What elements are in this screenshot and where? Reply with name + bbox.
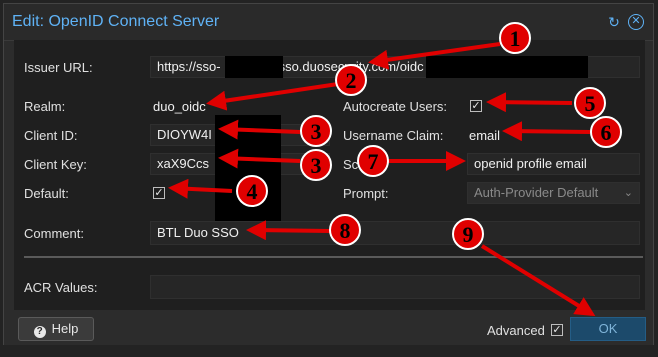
default-label: Default: (24, 186, 69, 201)
client-id-label: Client ID: (24, 128, 78, 143)
help-button[interactable]: ? Help (18, 317, 94, 341)
dialog-titlebar: Edit: OpenID Connect Server ↻ ✕ (4, 4, 653, 41)
ok-button[interactable]: OK (570, 317, 646, 341)
close-icon[interactable]: ✕ (628, 14, 644, 30)
prompt-label: Prompt: (343, 186, 389, 201)
advanced-checkbox[interactable]: ✓ (551, 324, 563, 336)
comment-value: BTL Duo SSO (157, 225, 239, 240)
scopes-field[interactable]: openid profile email (467, 153, 640, 175)
default-checkbox[interactable]: ✓ (153, 187, 165, 199)
acr-values-field[interactable] (150, 275, 640, 299)
username-claim-value: email (469, 128, 501, 143)
autocreate-users-label: Autocreate Users: (343, 99, 448, 114)
form-panel: Issuer URL: https://sso-sso.duosecurity.… (14, 40, 645, 310)
comment-label: Comment: (24, 226, 84, 241)
redaction-box (426, 56, 588, 78)
prompt-value: Auth-Provider Default (474, 185, 599, 200)
question-icon: ? (33, 326, 46, 338)
advanced-label: Advanced (487, 323, 545, 338)
ok-button-label: OK (598, 321, 618, 336)
edit-openid-dialog: Edit: OpenID Connect Server ↻ ✕ Issuer U… (3, 3, 654, 345)
prompt-dropdown[interactable]: Auth-Provider Default ⌄ (467, 182, 640, 204)
client-id-value: DIOYW4I (157, 127, 212, 142)
issuer-url-label: Issuer URL: (24, 60, 93, 75)
redaction-box (225, 56, 283, 78)
username-claim-label: Username Claim: (343, 128, 444, 143)
dialog-title: Edit: OpenID Connect Server (12, 13, 220, 30)
comment-field[interactable]: BTL Duo SSO (150, 221, 640, 245)
realm-label: Realm: (24, 99, 66, 114)
scopes-label: Sc (343, 157, 359, 172)
client-key-label: Client Key: (24, 157, 87, 172)
scopes-value: openid profile email (474, 156, 587, 171)
acr-values-label: ACR Values: (24, 280, 98, 295)
issuer-url-value-mid: sso.duosecurity.com/oidc (278, 59, 424, 74)
redaction-box (215, 115, 281, 222)
client-key-value: xaX9Ccs (157, 156, 210, 171)
autocreate-users-checkbox[interactable]: ✓ (470, 100, 482, 112)
realm-value: duo_oidc (153, 99, 206, 114)
reset-icon[interactable]: ↻ (606, 14, 622, 30)
help-button-label: Help (51, 321, 79, 336)
issuer-url-value-start: https://sso- (157, 59, 221, 74)
chevron-down-icon: ⌄ (623, 187, 633, 199)
divider (24, 256, 643, 258)
dialog-footer: ? Help Advanced ✓ OK (4, 310, 653, 345)
